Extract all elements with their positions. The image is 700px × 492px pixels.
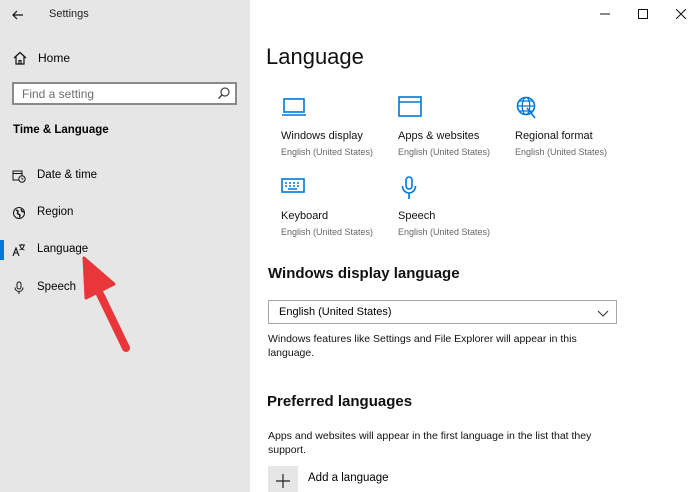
- sidebar-item-region[interactable]: Region: [0, 198, 250, 228]
- globe-region-icon: [13, 207, 25, 219]
- tile-subtitle: English (United States): [398, 147, 491, 157]
- section-title: Time & Language: [13, 124, 109, 136]
- search-box[interactable]: [12, 82, 237, 105]
- plus-icon: [276, 474, 290, 488]
- selected-value: English (United States): [279, 306, 392, 318]
- display-language-description: Windows features like Settings and File …: [268, 333, 577, 359]
- add-language-plus-box: [268, 466, 298, 492]
- display-language-select[interactable]: English (United States): [268, 300, 617, 324]
- add-language-label: Add a language: [308, 472, 389, 484]
- sidebar: Settings Home Time & Language Date & tim…: [0, 0, 250, 492]
- tile-subtitle: English (United States): [281, 227, 374, 237]
- close-button[interactable]: [662, 0, 700, 28]
- back-arrow-icon: [12, 10, 23, 20]
- sidebar-item-label: Speech: [37, 281, 77, 293]
- sidebar-item-label: Language: [37, 243, 89, 255]
- titlebar-left: Settings: [0, 0, 250, 30]
- microphone-icon: [401, 176, 417, 199]
- sidebar-item-label: Home: [38, 51, 71, 65]
- globe-icon: [516, 96, 536, 119]
- display-language-heading: Windows display language: [268, 265, 460, 282]
- back-button[interactable]: [4, 3, 32, 27]
- chevron-down-icon: [597, 310, 609, 317]
- sidebar-item-home[interactable]: Home: [0, 44, 250, 72]
- keyboard-icon: [281, 178, 305, 193]
- maximize-button[interactable]: [624, 0, 662, 28]
- tile-subtitle: English (United States): [515, 147, 608, 157]
- minimize-button[interactable]: [586, 0, 624, 28]
- preferred-languages-heading: Preferred languages: [267, 393, 413, 410]
- tile-speech[interactable]: Speech English (United States): [398, 176, 508, 246]
- tile-windows-display[interactable]: Windows display English (United States): [281, 96, 391, 166]
- tile-title: Speech: [398, 210, 436, 222]
- language-icon: [12, 244, 25, 257]
- tile-apps-websites[interactable]: Apps & websites English (United States): [398, 96, 508, 166]
- search-icon[interactable]: [217, 86, 231, 100]
- search-input[interactable]: [14, 84, 204, 103]
- monitor-icon: [282, 98, 306, 116]
- app-title: Settings: [49, 8, 89, 20]
- sidebar-item-label: Region: [37, 206, 74, 218]
- maximize-icon: [638, 9, 648, 19]
- home-icon: [13, 51, 27, 65]
- main-content: Language Windows display English (United…: [250, 0, 700, 492]
- tile-regional-format[interactable]: Regional format English (United States): [515, 96, 625, 166]
- calendar-clock-icon: [12, 170, 26, 183]
- minimize-icon: [600, 13, 610, 15]
- tile-keyboard[interactable]: Keyboard English (United States): [281, 176, 391, 246]
- tile-title: Windows display: [281, 130, 363, 142]
- pointer-arrow-annotation: [82, 256, 130, 352]
- sidebar-item-date-time[interactable]: Date & time: [0, 161, 250, 191]
- preferred-languages-description: Apps and websites will appear in the fir…: [268, 430, 592, 456]
- window-controls: [586, 0, 700, 28]
- tile-title: Keyboard: [281, 210, 329, 222]
- tile-title: Apps & websites: [398, 130, 480, 142]
- tile-title: Regional format: [515, 130, 593, 142]
- browser-window-icon: [398, 96, 422, 117]
- page-title: Language: [266, 44, 364, 69]
- close-icon: [676, 9, 686, 19]
- tile-subtitle: English (United States): [281, 147, 374, 157]
- sidebar-item-label: Date & time: [37, 169, 98, 181]
- microphone-icon: [14, 281, 24, 294]
- tile-subtitle: English (United States): [398, 227, 491, 237]
